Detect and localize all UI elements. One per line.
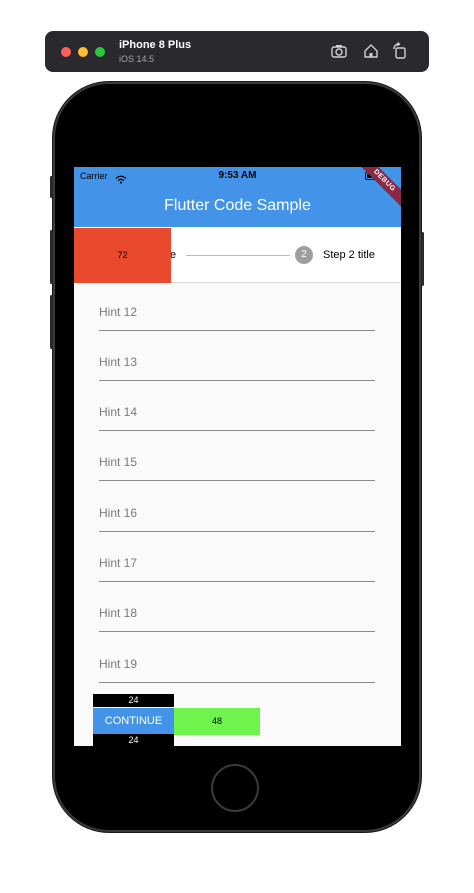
step-connector-line <box>186 255 290 256</box>
field-underline <box>99 430 375 431</box>
field-hint: Hint 19 <box>99 657 138 671</box>
field-underline <box>99 480 375 481</box>
text-field[interactable]: Hint 13 <box>99 333 375 383</box>
zoom-window-icon[interactable] <box>95 47 105 57</box>
spacer-box-top: 24 <box>93 694 174 707</box>
overlay-box-green: 48 <box>174 708 260 735</box>
field-hint: Hint 15 <box>99 455 138 469</box>
text-field[interactable]: Hint 12 <box>99 283 375 333</box>
close-window-icon[interactable] <box>61 47 71 57</box>
home-icon[interactable] <box>362 42 380 60</box>
mute-switch <box>50 176 53 198</box>
text-field[interactable]: Hint 18 <box>99 584 375 634</box>
spacer-box-bottom: 24 <box>93 734 174 746</box>
app-bar: Flutter Code Sample <box>74 185 401 227</box>
simulator-device-name: iPhone 8 Plus <box>119 39 192 51</box>
field-underline <box>99 581 375 582</box>
field-underline <box>99 531 375 532</box>
field-underline <box>99 330 375 331</box>
home-button[interactable] <box>211 764 259 812</box>
screenshot-icon[interactable] <box>330 42 348 60</box>
text-field[interactable]: Hint 16 <box>99 484 375 534</box>
simulator-title-bar: iPhone 8 Plus iOS 14.5 <box>45 31 429 72</box>
overlay-box-red: 72 <box>74 228 171 283</box>
text-field[interactable]: Hint 17 <box>99 534 375 584</box>
step-2-title[interactable]: Step 2 title <box>323 249 375 261</box>
status-time: 9:53 AM <box>218 170 257 181</box>
field-underline <box>99 631 375 632</box>
volume-up-button <box>50 230 53 284</box>
minimize-window-icon[interactable] <box>78 47 88 57</box>
text-field[interactable]: Hint 19 <box>99 635 375 685</box>
field-hint: Hint 17 <box>99 556 138 570</box>
status-bar: Carrier 9:53 AM <box>74 167 401 185</box>
volume-down-button <box>50 295 53 349</box>
power-button <box>421 232 424 286</box>
field-hint: Hint 16 <box>99 506 138 520</box>
field-underline <box>99 682 375 683</box>
step-2-circle[interactable]: 2 <box>295 246 313 264</box>
text-field[interactable]: Hint 14 <box>99 383 375 433</box>
device-screen: Carrier 9:53 AM Flutter Code Sample DEBU… <box>74 167 401 746</box>
rotate-icon[interactable] <box>391 42 409 60</box>
field-hint: Hint 12 <box>99 305 138 319</box>
field-hint: Hint 18 <box>99 606 138 620</box>
field-underline <box>99 380 375 381</box>
app-title: Flutter Code Sample <box>164 197 311 214</box>
simulator-os-version: iOS 14.5 <box>119 54 155 64</box>
field-hint: Hint 14 <box>99 405 138 419</box>
continue-button[interactable]: CONTINUE <box>93 708 174 734</box>
field-hint: Hint 13 <box>99 355 138 369</box>
text-field[interactable]: Hint 15 <box>99 433 375 483</box>
